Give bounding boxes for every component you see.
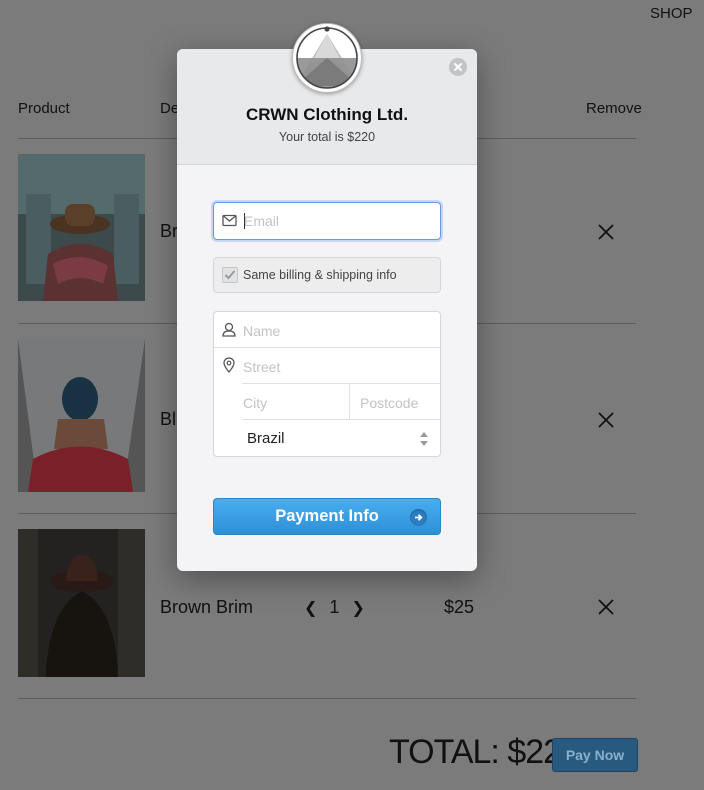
product-image-1	[18, 154, 145, 301]
postcode-field[interactable]	[350, 384, 440, 420]
envelope-icon	[222, 214, 237, 227]
name-field[interactable]	[214, 312, 440, 348]
select-arrows-icon	[420, 432, 428, 446]
checkbox[interactable]	[222, 267, 238, 283]
country-select[interactable]: Brazil	[214, 420, 440, 456]
payment-info-label: Payment Info	[275, 507, 379, 525]
increase-quantity-icon[interactable]: ❯	[351, 598, 364, 617]
merchant-name: CRWN Clothing Ltd.	[245, 105, 409, 124]
address-fields: Brazil	[213, 311, 441, 457]
email-input[interactable]	[244, 212, 429, 230]
arrow-right-icon	[410, 509, 427, 526]
close-icon[interactable]	[449, 58, 467, 76]
remove-item-1-icon[interactable]	[597, 223, 615, 241]
name-input[interactable]	[243, 322, 433, 340]
quantity-stepper: ❮ 1 ❯	[304, 597, 365, 618]
checkout-modal: CRWN Clothing Ltd. Your total is $220 Em…	[177, 23, 477, 571]
product-name-3: Brown Brim	[160, 597, 254, 617]
payment-info-button[interactable]: Payment Info	[213, 498, 441, 535]
checkout-page: SHOP Product Des Remove Br Blu Brown Bri…	[0, 0, 704, 790]
header-remove: Remove	[586, 100, 642, 117]
quantity-value: 1	[329, 597, 340, 617]
country-value: Brazil	[247, 430, 285, 447]
divider	[18, 698, 636, 699]
product-image-2	[18, 339, 145, 492]
person-icon	[222, 322, 236, 337]
decrease-quantity-icon[interactable]: ❮	[304, 598, 317, 617]
city-field[interactable]	[242, 384, 349, 420]
location-pin-icon	[223, 357, 235, 373]
remove-item-2-icon[interactable]	[597, 411, 615, 429]
header-product: Product	[18, 100, 70, 117]
postcode-input[interactable]	[360, 394, 436, 412]
cart-total: TOTAL: $220	[389, 733, 580, 771]
street-field[interactable]	[214, 348, 440, 384]
nav-shop-link[interactable]: SHOP	[650, 5, 693, 22]
product-price-3: $25	[444, 597, 475, 617]
remove-item-3-icon[interactable]	[597, 598, 615, 616]
email-field[interactable]	[213, 202, 441, 240]
modal-total: Your total is $220	[278, 130, 376, 144]
same-billing-checkbox[interactable]: Same billing & shipping info	[213, 257, 441, 293]
product-image-3	[18, 529, 145, 677]
city-input[interactable]	[243, 394, 343, 412]
text-cursor	[244, 213, 245, 229]
same-billing-label: Same billing & shipping info	[243, 268, 397, 282]
product-name-1: Br	[160, 221, 178, 241]
pay-now-button[interactable]: Pay Now	[552, 738, 638, 772]
street-input[interactable]	[243, 358, 433, 376]
merchant-logo	[292, 23, 362, 93]
